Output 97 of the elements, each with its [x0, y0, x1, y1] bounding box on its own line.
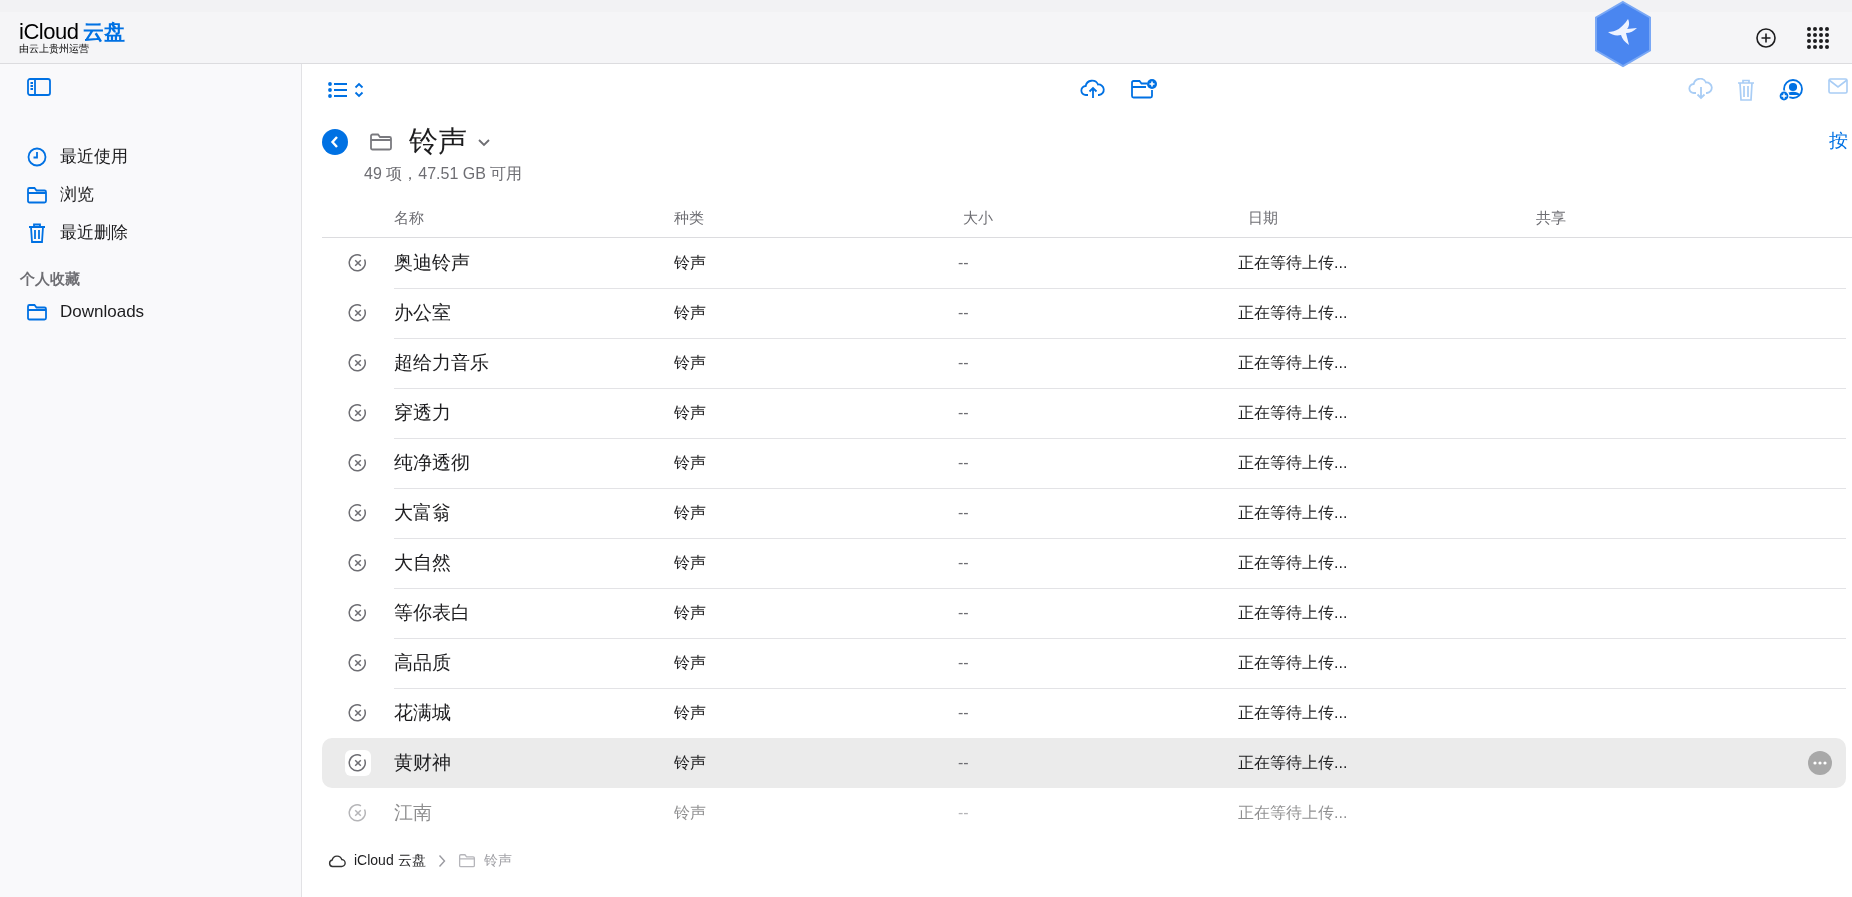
file-name: 超给力音乐	[394, 351, 489, 373]
cloud-icon	[328, 853, 346, 868]
column-header[interactable]: 大小	[963, 208, 993, 226]
logo-text: iCloud	[19, 21, 79, 43]
file-name: 江南	[394, 801, 432, 823]
view-options-button[interactable]	[328, 82, 364, 98]
logo-accent-text: 云盘	[83, 21, 126, 42]
breadcrumb-link[interactable]: iCloud 云盘	[354, 850, 426, 871]
sort-link[interactable]: 按	[1829, 127, 1848, 156]
logo-subtitle: 由云上贵州运营	[19, 44, 89, 54]
file-date: 正在等待上传...	[1238, 754, 1348, 771]
file-date: 正在等待上传...	[1238, 504, 1348, 521]
file-size: --	[958, 404, 969, 421]
file-date: 正在等待上传...	[1238, 404, 1348, 421]
chevron-left-icon	[330, 135, 340, 149]
file-date: 正在等待上传...	[1238, 704, 1348, 721]
file-size: --	[958, 804, 969, 821]
file-name: 高品质	[394, 651, 451, 673]
file-kind: 铃声	[674, 354, 706, 371]
file-date: 正在等待上传...	[1238, 804, 1348, 821]
file-name: 奥迪铃声	[394, 251, 470, 273]
file-name: 办公室	[394, 301, 451, 323]
file-row[interactable]: 等你表白 铃声 -- 正在等待上传...	[322, 588, 1846, 638]
file-size: --	[958, 254, 969, 271]
folder-title-menu[interactable]: 铃声	[409, 120, 491, 164]
file-kind: 铃声	[674, 754, 706, 771]
file-kind: 铃声	[674, 454, 706, 471]
file-size: --	[958, 554, 969, 571]
file-kind: 铃声	[674, 404, 706, 421]
file-kind: 铃声	[674, 654, 706, 671]
file-name: 纯净透彻	[394, 451, 470, 473]
clock-icon	[26, 146, 48, 168]
column-header[interactable]: 日期	[1248, 208, 1278, 226]
file-date: 正在等待上传...	[1238, 604, 1348, 621]
file-size: --	[958, 454, 969, 471]
sidebar-item[interactable]: Downloads	[20, 292, 281, 331]
file-date: 正在等待上传...	[1238, 554, 1348, 571]
file-row[interactable]: 超给力音乐 铃声 -- 正在等待上传...	[322, 338, 1846, 388]
file-row[interactable]: 大富翁 铃声 -- 正在等待上传...	[322, 488, 1846, 538]
file-row[interactable]: 纯净透彻 铃声 -- 正在等待上传...	[322, 438, 1846, 488]
file-name: 穿透力	[394, 401, 451, 423]
folder-icon	[26, 186, 48, 204]
list-icon	[328, 82, 348, 98]
file-name: 等你表白	[394, 601, 470, 623]
sidebar-item[interactable]: 最近删除	[20, 214, 281, 252]
file-size: --	[958, 754, 969, 771]
file-row[interactable]: 高品质 铃声 -- 正在等待上传...	[322, 638, 1846, 688]
file-date: 正在等待上传...	[1238, 254, 1348, 271]
hummingbird-badge-icon[interactable]	[1592, 0, 1654, 68]
ellipsis-icon	[1813, 761, 1827, 765]
trash-icon	[27, 222, 47, 244]
section-title: 个人收藏	[20, 269, 81, 289]
file-row[interactable]: 奥迪铃声 铃声 -- 正在等待上传...	[322, 238, 1846, 288]
file-name: 黄财神	[394, 751, 451, 773]
file-date: 正在等待上传...	[1238, 454, 1348, 471]
file-size: --	[958, 654, 969, 671]
folder-icon	[457, 853, 476, 868]
upload-cancel-icon[interactable]	[345, 750, 371, 776]
file-row[interactable]: 花满城 铃声 -- 正在等待上传...	[322, 688, 1846, 738]
column-header[interactable]: 名称	[394, 208, 424, 226]
file-size: --	[958, 604, 969, 621]
file-kind: 铃声	[674, 554, 706, 571]
folder-info: 49 项，47.51 GB 可用	[364, 164, 523, 184]
file-row[interactable]: 大自然 铃声 -- 正在等待上传...	[322, 538, 1846, 588]
sidebar-item[interactable]: 最近使用	[20, 138, 281, 176]
file-size: --	[958, 354, 969, 371]
column-header[interactable]: 种类	[674, 208, 704, 226]
file-kind: 铃声	[674, 804, 706, 821]
file-kind: 铃声	[674, 504, 706, 521]
folder-icon	[369, 132, 393, 152]
upload-button[interactable]	[1080, 78, 1106, 100]
file-size: --	[958, 704, 969, 721]
file-size: --	[958, 504, 969, 521]
sidebar-item[interactable]: 浏览	[20, 176, 281, 214]
chevron-down-icon	[477, 137, 491, 147]
file-name: 大自然	[394, 551, 451, 573]
file-row[interactable]: 办公室 铃声 -- 正在等待上传...	[322, 288, 1846, 338]
file-row[interactable]: 穿透力 铃声 -- 正在等待上传...	[322, 388, 1846, 438]
sort-chevrons-icon	[354, 82, 364, 98]
file-kind: 铃声	[674, 604, 706, 621]
chevron-right-icon	[437, 853, 446, 868]
file-name: 大富翁	[394, 501, 451, 523]
file-kind: 铃声	[674, 254, 706, 271]
new-folder-button[interactable]	[1130, 78, 1158, 100]
file-date: 正在等待上传...	[1238, 304, 1348, 321]
file-date: 正在等待上传...	[1238, 654, 1348, 671]
file-row[interactable]: 黄财神 铃声 -- 正在等待上传...	[322, 738, 1846, 788]
sidebar-toggle-button[interactable]	[26, 76, 52, 98]
share-people-button[interactable]	[1778, 78, 1804, 102]
file-name: 花满城	[394, 701, 451, 723]
file-size: --	[958, 304, 969, 321]
file-kind: 铃声	[674, 704, 706, 721]
file-kind: 铃声	[674, 304, 706, 321]
back-button[interactable]	[322, 129, 348, 155]
column-header[interactable]: 共享	[1536, 208, 1566, 226]
folder-icon	[26, 302, 48, 321]
file-date: 正在等待上传...	[1238, 354, 1348, 371]
